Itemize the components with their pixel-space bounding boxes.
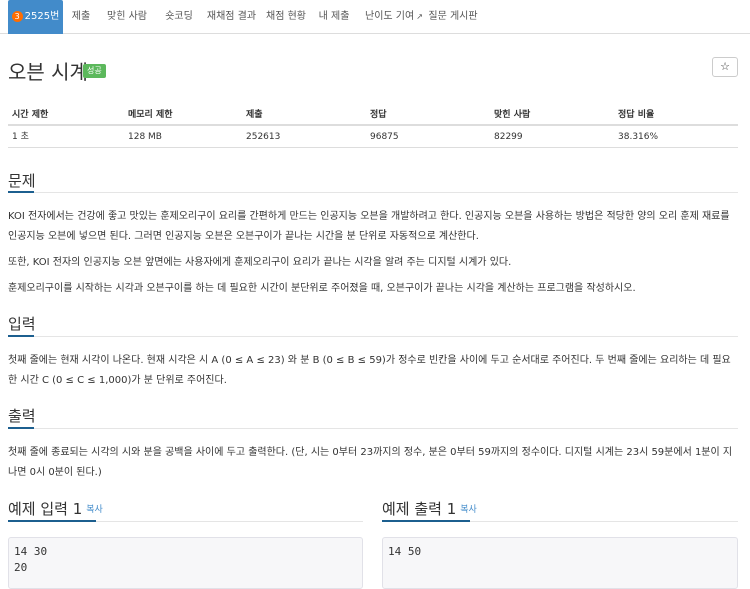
section-underline (8, 427, 34, 429)
external-link-icon: ↗ (416, 12, 423, 21)
accepted-value: 96875 (370, 132, 399, 142)
tab-submit[interactable]: 제출 (67, 0, 95, 34)
header-solved-users: 맞힌 사람 (494, 110, 531, 120)
star-icon: ☆ (720, 60, 730, 73)
header-submissions: 제출 (246, 110, 263, 120)
tab-problem-number[interactable]: 3 2525번 (8, 0, 63, 34)
section-divider (8, 192, 738, 193)
tab-status[interactable]: 채점 현황 (265, 0, 307, 34)
page-title: 오븐 시계 (8, 60, 88, 84)
header-accepted: 정답 (370, 110, 387, 120)
sample-input-heading: 예제 입력 1 복사 (8, 498, 103, 519)
header-accept-ratio: 정답 비율 (618, 110, 655, 120)
output-heading: 출력 (8, 407, 36, 425)
tab-label: 2525번 (24, 11, 60, 22)
star-button[interactable]: ☆ (712, 57, 738, 77)
tab-solved-users[interactable]: 맞힌 사람 (103, 0, 151, 34)
memory-limit-value: 128 MB (128, 132, 162, 142)
tier-badge-icon: 3 (11, 11, 23, 22)
tab-short-coding[interactable]: 숏코딩 (160, 0, 198, 34)
description-paragraph: 또한, KOI 전자의 인공지능 오븐 앞면에는 사용자에게 훈제오리구이 요리… (8, 257, 512, 268)
table-header: 시간 제한 메모리 제한 제출 정답 맞힌 사람 정답 비율 (8, 105, 738, 126)
header-time-limit: 시간 제한 (12, 110, 49, 120)
output-description: 첫째 줄에 종료되는 시각의 시와 분을 공백을 사이에 두고 출력한다. (단… (8, 447, 733, 478)
section-underline (8, 191, 34, 193)
sample-output-heading: 예제 출력 1 복사 (382, 498, 477, 519)
sample-output-box[interactable]: 14 50 (382, 537, 738, 589)
section-underline (382, 520, 470, 522)
description-paragraph: 훈제오리구이를 시작하는 시각과 오븐구이를 하는 데 필요한 시간이 분단위로… (8, 283, 636, 294)
problem-menu-tabs: 3 2525번 제출 맞힌 사람 숏코딩 재채점 결과 채점 현황 내 제출 난이… (0, 0, 750, 34)
section-divider (8, 428, 738, 429)
tab-my-submissions[interactable]: 내 제출 (318, 0, 350, 34)
sample-input-title: 예제 입력 1 (8, 500, 83, 518)
section-divider (8, 336, 738, 337)
submissions-value: 252613 (246, 132, 281, 142)
solved-users-value: 82299 (494, 132, 523, 142)
section-underline (8, 520, 96, 522)
time-limit-value: 1 초 (12, 132, 29, 142)
copy-sample-output-button[interactable]: 복사 (460, 505, 477, 515)
input-heading: 입력 (8, 315, 36, 333)
header-memory-limit: 메모리 제한 (128, 110, 173, 120)
sample-output-title: 예제 출력 1 (382, 500, 457, 518)
description-heading: 문제 (8, 172, 36, 190)
tab-rejudge-results[interactable]: 재채점 결과 (205, 0, 258, 34)
input-description: 첫째 줄에는 현재 시각이 나온다. 현재 시각은 시 A (0 ≤ A ≤ 2… (8, 355, 731, 386)
tab-difficulty-contribution[interactable]: 난이도 기여 ↗ (365, 0, 423, 34)
table-row: 1 초 128 MB 252613 96875 82299 38.316% (8, 126, 738, 148)
sample-input-box[interactable]: 14 30 20 (8, 537, 363, 589)
accept-ratio-value: 38.316% (618, 132, 659, 142)
copy-sample-input-button[interactable]: 복사 (86, 505, 103, 515)
status-badge: 성공 (83, 64, 106, 78)
description-paragraph: KOI 전자에서는 건강에 좋고 맛있는 훈제오리구이 요리를 간편하게 만드는… (8, 211, 730, 242)
section-underline (8, 335, 34, 337)
tab-question-board[interactable]: 질문 게시판 (425, 0, 481, 34)
tab-label: 난이도 기여 (365, 11, 415, 22)
